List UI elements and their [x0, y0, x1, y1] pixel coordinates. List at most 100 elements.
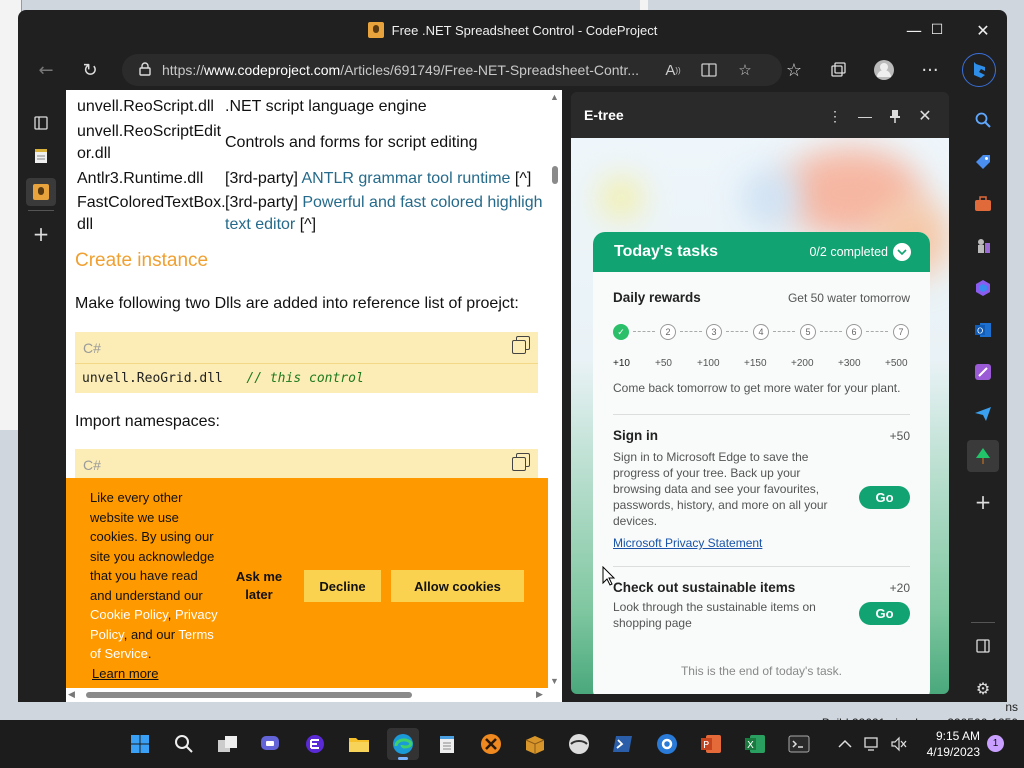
url-path: /Articles/691749/Free-NET-Spreadsheet-Co… — [340, 62, 640, 78]
add-sidebar-app-icon[interactable]: + — [967, 486, 999, 518]
back-button[interactable]: ← — [30, 54, 62, 86]
clock-time: 9:15 AM — [935, 729, 980, 743]
refresh-button[interactable]: ↻ — [74, 54, 106, 86]
teams-chat-icon[interactable] — [255, 728, 287, 760]
powershell-icon[interactable] — [607, 728, 639, 760]
new-tab-button[interactable]: + — [26, 220, 56, 248]
bonus-label: +200 — [791, 358, 814, 369]
vertical-tabs: + — [18, 90, 64, 702]
send-icon[interactable] — [967, 398, 999, 430]
panel-pin-icon[interactable] — [881, 102, 909, 130]
edge-icon[interactable] — [387, 728, 419, 760]
bing-copilot-icon[interactable] — [962, 53, 996, 87]
notepad-icon[interactable] — [431, 728, 463, 760]
scroll-left-icon[interactable]: ◀ — [68, 689, 75, 700]
allow-cookies-button[interactable]: Allow cookies — [391, 570, 524, 602]
chevron-down-icon[interactable] — [893, 243, 911, 261]
tab-codeproject-icon[interactable] — [26, 178, 56, 206]
window-title: Free .NET Spreadsheet Control - CodeProj… — [391, 22, 658, 38]
excel-icon[interactable]: X — [739, 728, 771, 760]
horizontal-scrollbar[interactable]: ◀ ▶ — [66, 688, 548, 702]
hide-sidebar-icon[interactable] — [967, 630, 999, 662]
tab-notes-icon[interactable] — [26, 142, 56, 170]
shopping-tag-icon[interactable] — [967, 146, 999, 178]
app-shell-icon[interactable] — [563, 728, 595, 760]
tasks-header: Today's tasks 0/2 completed — [593, 232, 930, 272]
etree-header: E-tree ⋮ — ✕ — [571, 92, 949, 138]
add-favorite-icon[interactable]: ☆ — [730, 54, 760, 86]
daily-steps: ✓ 2 3 4 5 6 7 — [613, 324, 910, 342]
step: 5 — [800, 324, 816, 340]
gear-icon[interactable]: ⚙ — [967, 672, 999, 702]
bonus-label: +150 — [744, 358, 767, 369]
step-done-check-icon: ✓ — [613, 324, 629, 340]
scroll-down-icon[interactable]: ▼ — [550, 676, 559, 686]
fctb-link[interactable]: Powerful and fast colored highligh — [302, 194, 542, 211]
ask-later-button[interactable]: Ask me later — [234, 568, 284, 604]
microsoft365-icon[interactable] — [967, 272, 999, 304]
scroll-thumb[interactable] — [552, 166, 558, 184]
profile-avatar[interactable] — [868, 54, 900, 86]
powerpoint-icon[interactable]: P — [695, 728, 727, 760]
tab-actions-icon[interactable] — [26, 109, 56, 137]
read-aloud-icon[interactable]: A)) — [658, 54, 688, 86]
code-block: C# — [75, 449, 538, 479]
scroll-thumb[interactable] — [86, 692, 412, 698]
sign-in-go-button[interactable]: Go — [859, 486, 910, 509]
learn-more-link[interactable]: Learn more — [92, 666, 158, 681]
designer-icon[interactable] — [967, 356, 999, 388]
collections-icon[interactable] — [822, 54, 854, 86]
app-x-icon[interactable] — [475, 728, 507, 760]
tasks-completed: 0/2 completed — [809, 245, 888, 259]
settings-more-button[interactable]: ··· — [914, 54, 946, 86]
etree-background: Today's tasks 0/2 completed Daily reward… — [571, 138, 949, 694]
clock-date: 4/19/2023 — [926, 745, 980, 759]
start-windows-icon[interactable] — [124, 728, 156, 760]
panel-more-icon[interactable]: ⋮ — [821, 102, 849, 130]
step: 7 — [893, 324, 909, 340]
notification-badge[interactable]: 1 — [987, 735, 1004, 752]
panel-close-icon[interactable]: ✕ — [911, 102, 939, 130]
cookie-banner: Like every other website we use cookies.… — [66, 478, 548, 696]
bonus-label: +100 — [697, 358, 720, 369]
outlook-icon[interactable]: O — [967, 314, 999, 346]
cookie-policy-link[interactable]: Cookie Policy — [90, 607, 168, 622]
daily-desc: Come back tomorrow to get more water for… — [613, 381, 901, 395]
privacy-statement-link[interactable]: Microsoft Privacy Statement — [613, 536, 762, 550]
sustainable-go-button[interactable]: Go — [859, 602, 910, 625]
edge-window: Free .NET Spreadsheet Control - CodeProj… — [18, 10, 1007, 702]
etree-panel: E-tree ⋮ — ✕ Today's tasks 0/2 completed — [571, 92, 949, 694]
network-icon[interactable] — [864, 720, 882, 768]
scroll-right-icon[interactable]: ▶ — [536, 689, 543, 700]
address-bar[interactable]: https://www.codeproject.com/Articles/691… — [122, 54, 782, 86]
antlr-link[interactable]: ANTLR grammar tool runtime — [301, 170, 510, 187]
panel-minimize-icon[interactable]: — — [851, 102, 879, 130]
package-box-icon[interactable] — [519, 728, 551, 760]
clock[interactable]: 9:15 AM 4/19/2023 — [927, 728, 980, 760]
decline-button[interactable]: Decline — [304, 570, 381, 602]
code-block: C# unvell.ReoGrid.dll // this control — [75, 332, 538, 393]
taskbar-search-icon[interactable] — [168, 728, 200, 760]
terminal-icon[interactable] — [783, 728, 815, 760]
gear-app-icon[interactable] — [651, 728, 683, 760]
favorites-icon[interactable]: ☆ — [778, 54, 810, 86]
vertical-scrollbar[interactable]: ▲ ▼ — [548, 90, 562, 688]
volume-muted-icon[interactable] — [890, 720, 908, 768]
task-view-icon[interactable] — [212, 728, 244, 760]
scroll-up-icon[interactable]: ▲ — [550, 92, 559, 102]
copy-icon[interactable] — [512, 453, 530, 471]
sign-in-section: Sign in +50 Sign in to Microsoft Edge to… — [613, 428, 910, 528]
tab-divider — [28, 210, 54, 211]
search-icon[interactable] — [967, 104, 999, 136]
app-e-icon[interactable] — [299, 728, 331, 760]
file-explorer-icon[interactable] — [343, 728, 375, 760]
games-chess-icon[interactable] — [967, 230, 999, 262]
immersive-reader-icon[interactable] — [694, 54, 724, 86]
close-button[interactable]: ✕ — [960, 10, 1006, 50]
tools-briefcase-icon[interactable] — [967, 188, 999, 220]
maximize-button[interactable]: ☐ — [914, 10, 960, 50]
etree-icon[interactable] — [967, 440, 999, 472]
heading-create-instance: Create instance — [75, 250, 209, 271]
show-hidden-icons-chevron-up-icon[interactable] — [838, 720, 852, 768]
copy-icon[interactable] — [512, 336, 530, 354]
